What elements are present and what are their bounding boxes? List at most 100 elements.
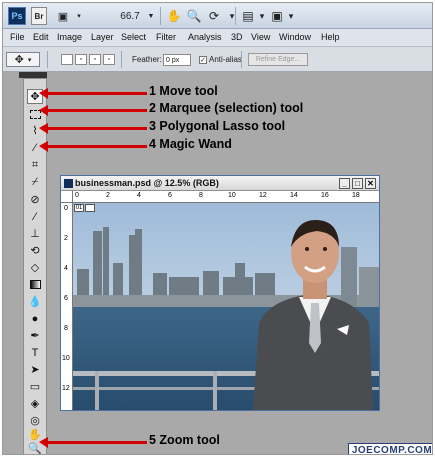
callout-arrow [39,105,147,116]
ruler-tick-label: 6 [168,192,172,199]
ruler-tick-label: 10 [62,355,70,362]
ruler-tick-label: 0 [75,192,79,199]
clone-stamp-icon[interactable]: ⊥ [27,226,43,241]
hand-tool-icon[interactable]: ✋ [166,7,182,25]
arrange-caret-icon[interactable]: ▾ [254,7,270,25]
layer-thumbnail-icon [85,204,95,212]
ruler-tick-label: 18 [352,192,360,199]
ruler-tick-label: 12 [62,385,70,392]
mini-bridge-icon[interactable]: ▣ [53,7,73,25]
callout-marquee-tool: 2 Marquee (selection) tool [149,101,304,115]
gradient-icon[interactable] [27,277,43,292]
menu-select[interactable]: Select [121,32,146,42]
layer-thumbnail-label: 01 [74,204,84,212]
ruler-tick-label: 12 [259,192,267,199]
separator [121,51,122,68]
move-icon: ✥ [14,54,24,66]
eraser-icon[interactable]: ◇ [27,260,43,275]
menu-edit[interactable]: Edit [33,32,49,42]
horizontal-ruler[interactable]: 0 2 4 6 8 10 12 14 16 18 [73,191,379,203]
zoom-dropdown-icon[interactable]: ▼ [146,7,156,25]
brush-icon[interactable]: ∕ [27,209,43,224]
menu-layer[interactable]: Layer [91,32,114,42]
menu-file[interactable]: File [10,32,25,42]
dodge-icon[interactable]: ● [27,311,43,326]
callout-magic-wand: 4 Magic Wand [149,137,232,151]
refine-edge-button[interactable]: Refine Edge... [248,53,308,66]
document-title-bar[interactable]: businessman.psd @ 12.5% (RGB) _ □ ✕ [61,176,379,191]
shape-icon[interactable]: ▭ [27,379,43,394]
antialias-label: Anti-alias [209,55,242,64]
separator [235,7,236,25]
zoom-level[interactable]: 66.7 [113,7,147,25]
tool-preset-picker[interactable]: ✥ ▾ [6,52,40,67]
history-brush-icon[interactable]: ⟲ [27,243,43,258]
subtract-from-selection-icon[interactable]: ▫ [89,54,101,65]
menu-analysis[interactable]: Analysis [188,32,222,42]
businessman-photo [73,203,379,410]
ruler-tick-label: 2 [106,192,110,199]
menu-help[interactable]: Help [321,32,340,42]
ruler-tick-label: 6 [64,295,68,302]
rotate-caret-icon[interactable]: ▾ [224,7,240,25]
callout-arrow [39,437,147,448]
document-title: businessman.psd @ 12.5% (RGB) [75,178,219,188]
bridge-button[interactable]: Br [31,7,47,25]
ruler-tick-label: 14 [290,192,298,199]
menu-3d[interactable]: 3D [231,32,243,42]
feather-label: Feather: [132,55,162,64]
crop-icon[interactable]: ⌗ [27,158,43,173]
menu-view[interactable]: View [251,32,270,42]
rotate-view-icon[interactable]: ⟳ [206,7,222,25]
application-bar: Ps Br ▣ ▾ 66.7 ▼ ✋ 🔍 ⟳ ▾ ▤ ▾ ▣ ▾ [3,3,432,29]
menu-image[interactable]: Image [57,32,82,42]
menu-bar: File Edit Image Layer Select Filter Anal… [3,29,432,47]
separator [241,51,242,68]
photoshop-window: Ps Br ▣ ▾ 66.7 ▼ ✋ 🔍 ⟳ ▾ ▤ ▾ ▣ ▾ File Ed… [2,2,433,455]
zoom-tool-icon[interactable]: 🔍 [186,7,202,25]
ruler-tick-label: 4 [64,265,68,272]
ruler-tick-label: 4 [137,192,141,199]
callout-zoom-tool: 5 Zoom tool [149,433,220,447]
feather-input[interactable]: 0 px [163,54,191,66]
mini-bridge-caret-icon[interactable]: ▾ [75,7,83,25]
pen-icon[interactable]: ✒ [27,328,43,343]
tools-panel: ✥ ⌇ ⁄ ⌗ ⌿ ⊘ ∕ ⊥ ⟲ ◇ 💧 ● ✒ T ➤ ▭ ◈ ◎ ✋ 🔍 [23,78,47,454]
type-icon[interactable]: T [27,345,43,360]
ruler-tick-label: 10 [228,192,236,199]
antialias-checkbox[interactable]: ✓ [199,56,207,64]
add-to-selection-icon[interactable]: ▫ [75,54,87,65]
chevron-down-icon: ▾ [27,56,32,64]
screen-mode-caret-icon[interactable]: ▾ [283,7,299,25]
3d-orbit-icon[interactable]: ◎ [27,413,43,428]
callout-arrow [39,88,147,99]
photoshop-logo: Ps [8,7,26,25]
intersect-selection-icon[interactable]: ▫ [103,54,115,65]
document-canvas[interactable] [73,203,379,410]
blur-icon[interactable]: 💧 [27,294,43,309]
ruler-tick-label: 0 [64,205,68,212]
callout-polygonal-lasso-tool: 3 Polygonal Lasso tool [149,119,286,133]
document-icon [64,179,73,188]
callout-move-tool: 1 Move tool [149,84,218,98]
close-button[interactable]: ✕ [365,178,376,189]
ruler-tick-label: 2 [64,235,68,242]
vertical-ruler[interactable]: 0 2 4 6 8 10 12 [61,203,73,410]
healing-brush-icon[interactable]: ⊘ [27,192,43,207]
3d-rotate-icon[interactable]: ◈ [27,396,43,411]
eyedropper-icon[interactable]: ⌿ [27,175,43,190]
callout-arrow [39,123,147,134]
separator [47,51,48,68]
new-selection-icon[interactable] [61,54,73,65]
menu-window[interactable]: Window [279,32,311,42]
menu-filter[interactable]: Filter [156,32,176,42]
site-watermark: JOECOMP.COM [348,443,432,454]
callout-arrow [39,141,147,152]
separator [160,7,161,25]
document-window[interactable]: businessman.psd @ 12.5% (RGB) _ □ ✕ 0 2 … [60,175,380,411]
path-selection-icon[interactable]: ➤ [27,362,43,377]
ruler-origin[interactable] [61,191,73,203]
minimize-button[interactable]: _ [339,178,350,189]
maximize-button[interactable]: □ [352,178,363,189]
ruler-tick-label: 16 [321,192,329,199]
